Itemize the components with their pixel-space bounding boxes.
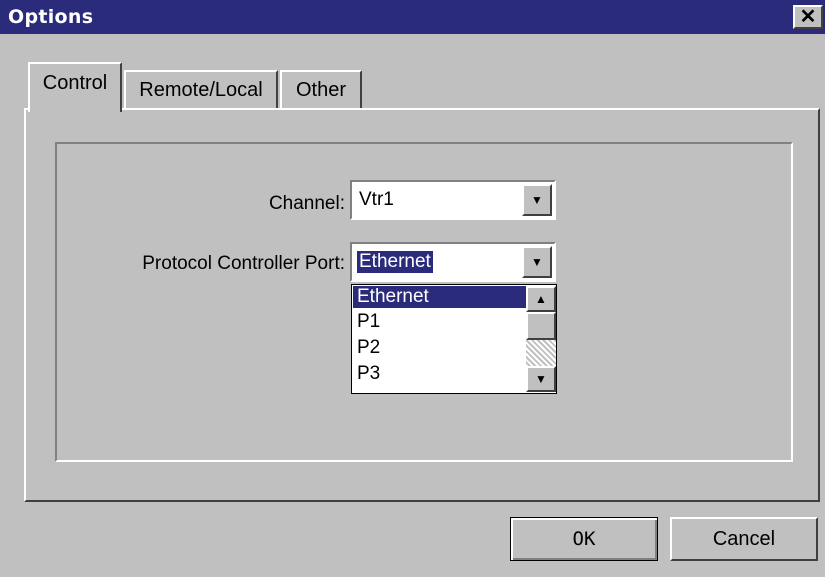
tab-remote-local[interactable]: Remote/Local bbox=[124, 70, 278, 108]
cancel-button[interactable]: Cancel bbox=[670, 517, 818, 561]
ok-button-label: OK bbox=[572, 528, 596, 550]
title-bar: Options ✕ bbox=[0, 0, 825, 34]
scroll-up-icon: ▲ bbox=[535, 292, 547, 306]
chevron-down-icon: ▼ bbox=[531, 255, 543, 269]
scroll-thumb[interactable] bbox=[526, 312, 556, 340]
window-title: Options bbox=[8, 6, 94, 28]
close-button[interactable]: ✕ bbox=[793, 5, 823, 29]
port-dropdown-list[interactable]: Ethernet P1 P2 P3 ▲ ▼ bbox=[351, 284, 557, 394]
list-item[interactable]: Ethernet bbox=[353, 286, 526, 308]
cancel-button-label: Cancel bbox=[712, 527, 776, 550]
port-select[interactable]: Ethernet ▼ bbox=[350, 242, 556, 282]
channel-label: Channel: bbox=[268, 193, 345, 214]
tab-other[interactable]: Other bbox=[280, 70, 362, 108]
port-label: Protocol Controller Port: bbox=[142, 253, 345, 274]
scroll-up-button[interactable]: ▲ bbox=[526, 286, 556, 312]
scroll-down-icon: ▼ bbox=[535, 372, 547, 386]
active-tab-joint bbox=[30, 106, 118, 112]
tab-remote-local-label: Remote/Local bbox=[139, 78, 263, 101]
tab-control[interactable]: Control bbox=[28, 62, 122, 112]
tab-control-label: Control bbox=[42, 71, 108, 94]
port-value: Ethernet bbox=[357, 251, 433, 273]
list-item[interactable]: P3 bbox=[353, 363, 526, 385]
tab-other-label: Other bbox=[295, 78, 347, 101]
list-item[interactable]: P2 bbox=[353, 337, 526, 359]
scroll-down-button[interactable]: ▼ bbox=[526, 366, 556, 392]
channel-dropdown-button[interactable]: ▼ bbox=[522, 184, 552, 216]
ok-button[interactable]: OK bbox=[510, 517, 658, 561]
list-item[interactable]: P1 bbox=[353, 311, 526, 333]
close-icon: ✕ bbox=[799, 6, 817, 28]
list-scrollbar[interactable]: ▲ ▼ bbox=[526, 286, 556, 392]
port-dropdown-button[interactable]: ▼ bbox=[522, 246, 552, 278]
channel-select[interactable]: Vtr1 ▼ bbox=[350, 180, 556, 220]
chevron-down-icon: ▼ bbox=[531, 193, 543, 207]
channel-value: Vtr1 bbox=[359, 189, 394, 210]
